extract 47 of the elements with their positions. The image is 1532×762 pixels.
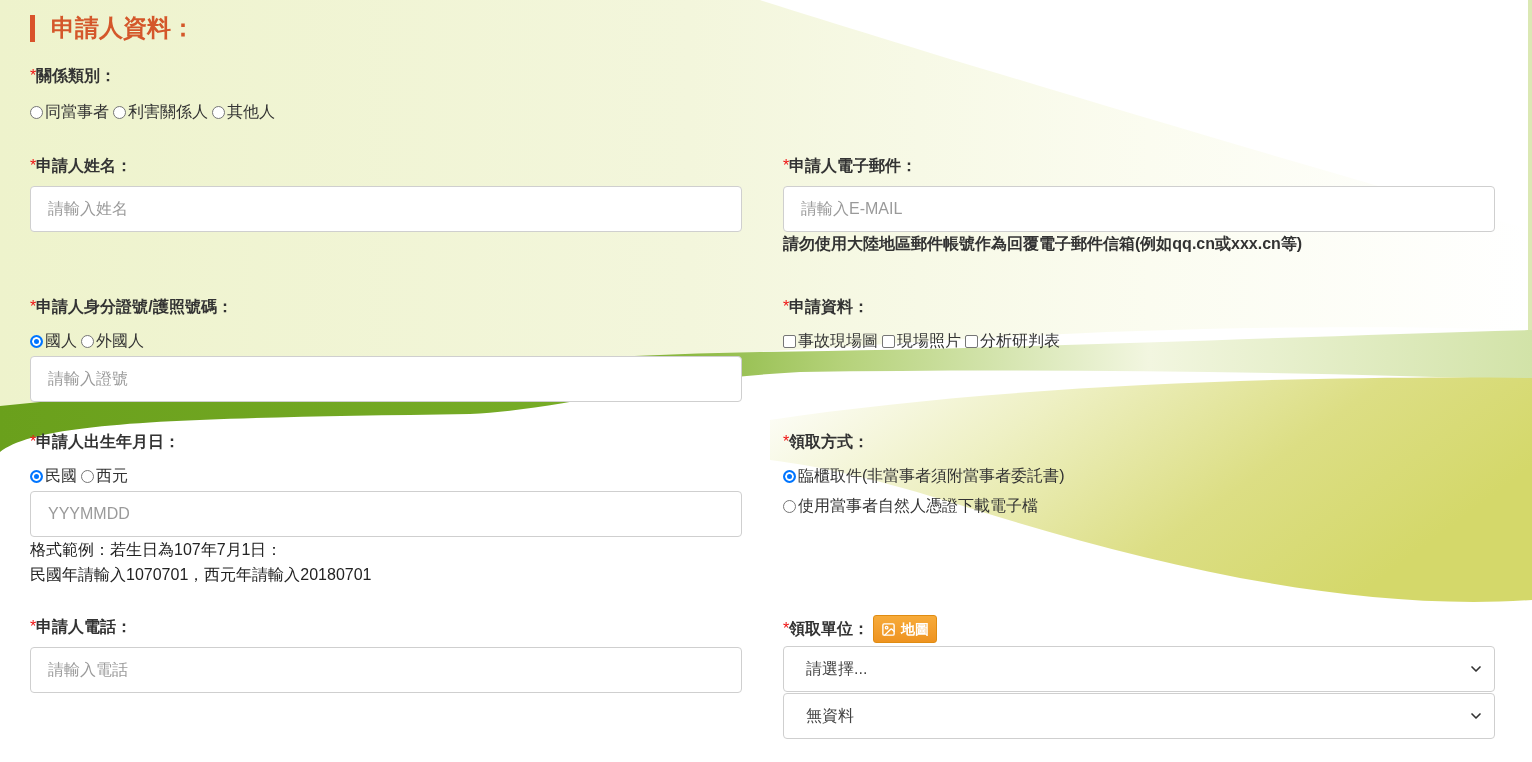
radio-button[interactable] [783,499,796,513]
option-label: 民國 [45,466,77,486]
option-label: 國人 [45,331,77,351]
text-input[interactable]: 請輸入姓名 [30,186,742,232]
required-asterisk: * [30,66,37,86]
section-title: 申請人資料： [51,14,195,42]
option-label: 臨櫃取件(非當事者須附當事者委託書) [798,466,1065,486]
option-label: 事故現場圖 [798,331,878,351]
field-label: 申請人出生年月日： [36,432,181,452]
required-asterisk: * [30,297,37,317]
option-label: 使用當事者自然人憑證下載電子檔 [798,496,1038,516]
required-asterisk: * [30,617,37,637]
required-asterisk: * [30,156,37,176]
text-input[interactable]: 請輸入E-MAIL [783,186,1495,232]
radio-button[interactable] [81,469,94,483]
field-label: 申請人身分證號/護照號碼： [36,297,233,317]
text-input[interactable]: 請輸入電話 [30,647,742,693]
image-icon [881,621,897,637]
radio-button[interactable] [30,469,43,483]
required-asterisk: * [783,432,790,452]
field-label: 申請人電子郵件： [789,156,918,176]
option-label: 同當事者 [45,102,109,122]
hint-text: 民國年請輸入1070701，西元年請輸入20180701 [30,565,373,585]
select-field[interactable]: 無資料 [783,693,1495,739]
field-label: 關係類別： [36,66,117,86]
field-label: 領取方式： [789,432,870,452]
field-label: 申請人電話： [36,617,133,637]
select-field[interactable]: 請選擇... [783,646,1495,692]
option-label: 其他人 [227,102,275,122]
hint-text: 格式範例：若生日為107年7月1日： [30,540,284,560]
heading-accent-bar [30,14,35,42]
text-input[interactable]: YYYMMDD [30,491,742,537]
field-label: 領取單位： [789,619,870,639]
radio-button[interactable] [783,469,796,483]
text-input[interactable]: 請輸入證號 [30,356,742,402]
option-label: 外國人 [96,331,144,351]
option-label: 西元 [96,466,128,486]
field-label: 申請人姓名： [36,156,133,176]
option-label: 利害關係人 [128,102,208,122]
required-asterisk: * [783,297,790,317]
option-label: 分析研判表 [980,331,1060,351]
required-asterisk: * [783,156,790,176]
required-asterisk: * [783,619,790,639]
hint-text: 請勿使用大陸地區郵件帳號作為回覆電子郵件信箱(例如qq.cn或xxx.cn等) [783,234,1304,254]
required-asterisk: * [30,432,37,452]
option-label: 現場照片 [897,331,961,351]
field-label: 申請資料： [789,297,870,317]
